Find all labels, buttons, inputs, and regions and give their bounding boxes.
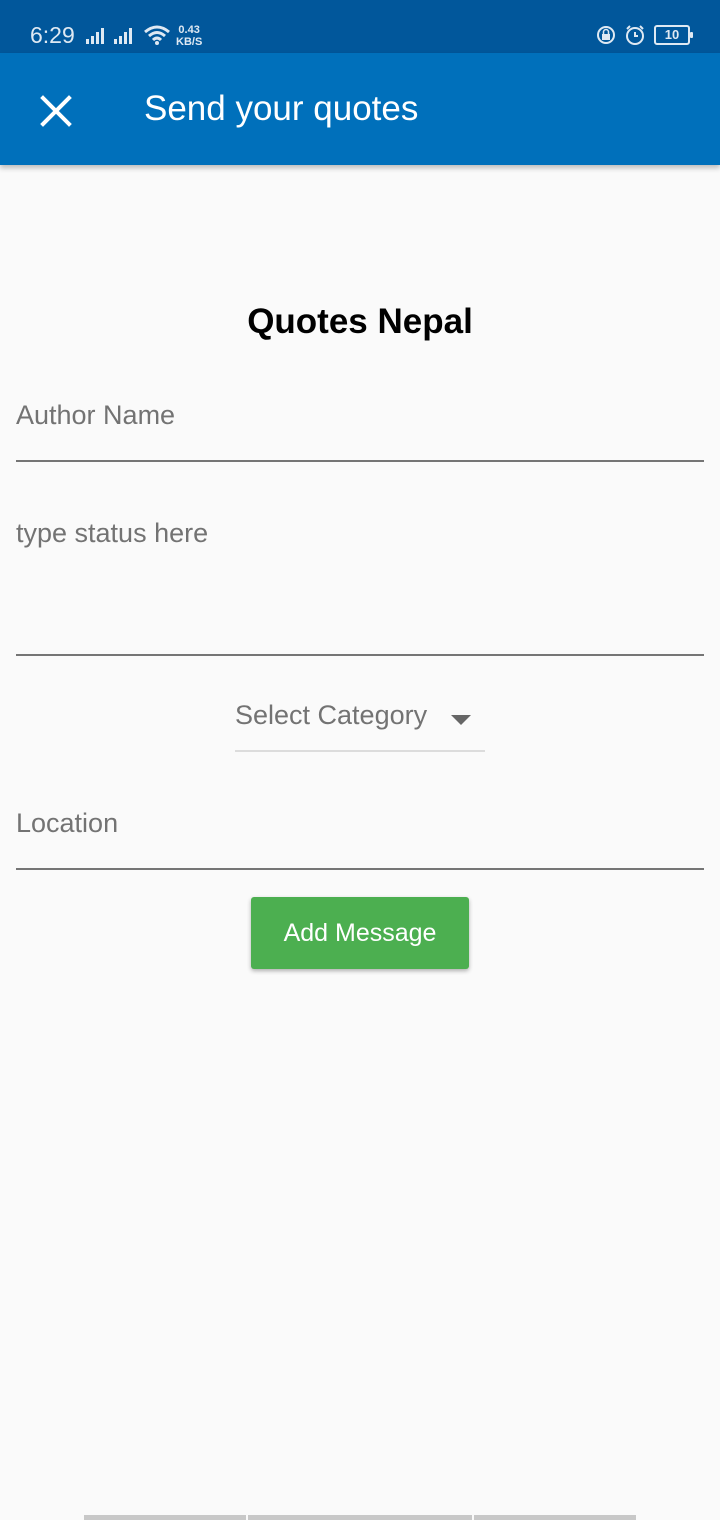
add-message-button[interactable]: Add Message: [251, 897, 469, 969]
wifi-icon: [144, 25, 170, 45]
location-placeholder: Location: [16, 808, 119, 838]
network-speed: 0.43 KB/S: [176, 24, 203, 48]
category-selected: Select Category: [235, 700, 428, 730]
close-button[interactable]: [32, 87, 80, 135]
cell-signal-2-icon: [114, 28, 132, 44]
battery-indicator: 10: [654, 25, 693, 45]
close-icon: [40, 95, 72, 127]
rotation-lock-icon: [597, 26, 615, 44]
status-text-field[interactable]: type status here: [16, 518, 704, 656]
status-time: 6:29: [30, 22, 75, 48]
nav-hint-bar: [84, 1515, 246, 1520]
status-bar: 6:29 0.43 KB/S 10: [0, 0, 720, 53]
cell-signal-icon: [86, 28, 104, 44]
author-name-placeholder: Author Name: [16, 400, 176, 430]
app-title: Send your quotes: [144, 89, 419, 128]
app-bar: Send your quotes: [0, 53, 720, 165]
nav-hint-bar: [248, 1515, 472, 1520]
dropdown-arrow-icon: [451, 715, 471, 725]
alarm-icon: [626, 25, 644, 45]
location-field[interactable]: Location: [16, 808, 704, 870]
form-heading: Quotes Nepal: [247, 302, 473, 341]
category-dropdown[interactable]: Select Category: [235, 700, 485, 752]
status-placeholder: type status here: [16, 518, 209, 548]
nav-hint-bar: [474, 1515, 636, 1520]
author-name-field[interactable]: Author Name: [16, 400, 704, 462]
